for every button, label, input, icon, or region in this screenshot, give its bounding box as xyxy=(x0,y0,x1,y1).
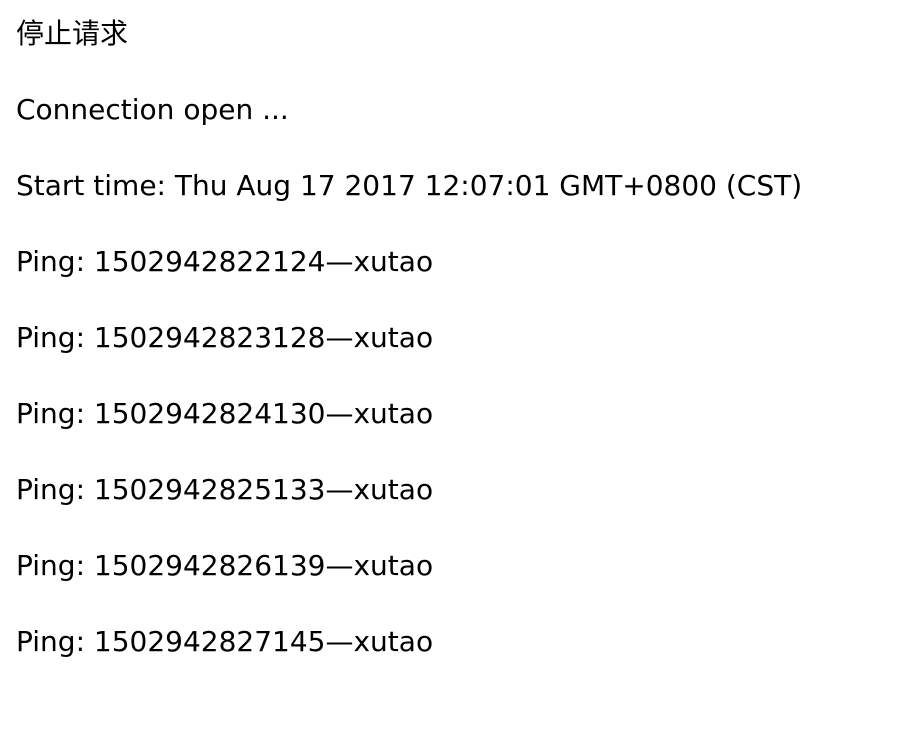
message-log: Connection open ... Start time: Thu Aug … xyxy=(16,90,802,698)
log-line-start-time: Start time: Thu Aug 17 2017 12:07:01 GMT… xyxy=(16,169,803,202)
log-line-connection: Connection open ... xyxy=(16,93,289,126)
log-line-ping: Ping: 1502942823128—xutao xyxy=(16,321,434,354)
log-line-ping: Ping: 1502942826139—xutao xyxy=(16,549,434,582)
log-line-ping: Ping: 1502942827145—xutao xyxy=(16,625,434,658)
log-line-ping: Ping: 1502942822124—xutao xyxy=(16,245,434,278)
page: 停止请求 Connection open ... Start time: Thu… xyxy=(0,0,914,734)
log-line-ping: Ping: 1502942824130—xutao xyxy=(16,397,434,430)
log-line-ping: Ping: 1502942825133—xutao xyxy=(16,473,434,506)
stop-request-link[interactable]: 停止请求 xyxy=(16,14,128,54)
